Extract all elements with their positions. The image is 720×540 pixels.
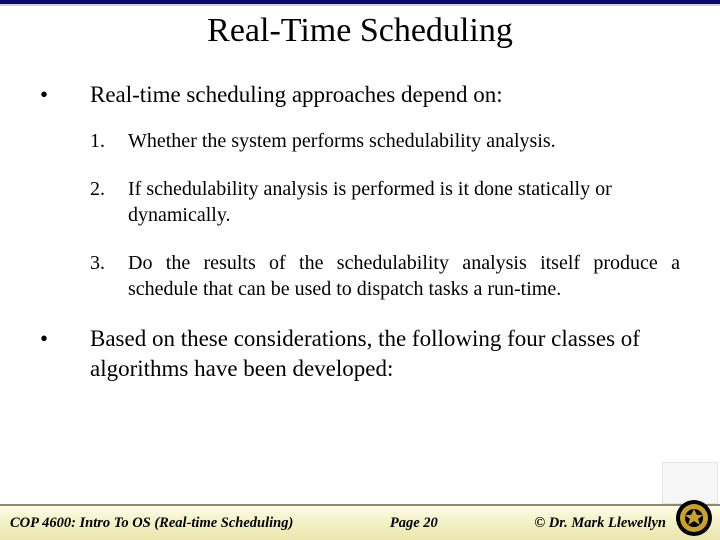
intro-bullet-row: • Real-time scheduling approaches depend… <box>40 80 680 110</box>
list-item: 3. Do the results of the schedulability … <box>90 250 680 302</box>
list-item: 1. Whether the system performs schedulab… <box>90 128 680 154</box>
slide: Real-Time Scheduling • Real-time schedul… <box>0 0 720 540</box>
item-text: Do the results of the schedulability ana… <box>128 250 680 302</box>
slide-title: Real-Time Scheduling <box>0 12 720 50</box>
list-item: 2. If schedulability analysis is perform… <box>90 176 680 228</box>
outro-text: Based on these considerations, the follo… <box>90 324 680 384</box>
footer-bar: COP 4600: Intro To OS (Real-time Schedul… <box>0 504 720 540</box>
bullet-mark: • <box>40 80 90 110</box>
outro-bullet-row: • Based on these considerations, the fol… <box>40 324 680 384</box>
bullet-mark: • <box>40 324 90 384</box>
item-number: 1. <box>90 128 128 154</box>
footer-course: COP 4600: Intro To OS (Real-time Schedul… <box>0 515 293 532</box>
item-text: Whether the system performs schedulabili… <box>128 128 680 154</box>
ucf-logo-icon <box>674 498 714 538</box>
item-number: 2. <box>90 176 128 228</box>
content-area: • Real-time scheduling approaches depend… <box>40 80 680 402</box>
top-accent-bar <box>0 0 720 6</box>
intro-text: Real-time scheduling approaches depend o… <box>90 80 680 110</box>
numbered-list: 1. Whether the system performs schedulab… <box>90 128 680 302</box>
item-text: If schedulability analysis is performed … <box>128 176 680 228</box>
item-number: 3. <box>90 250 128 302</box>
footer-page: Page 20 <box>293 515 534 532</box>
